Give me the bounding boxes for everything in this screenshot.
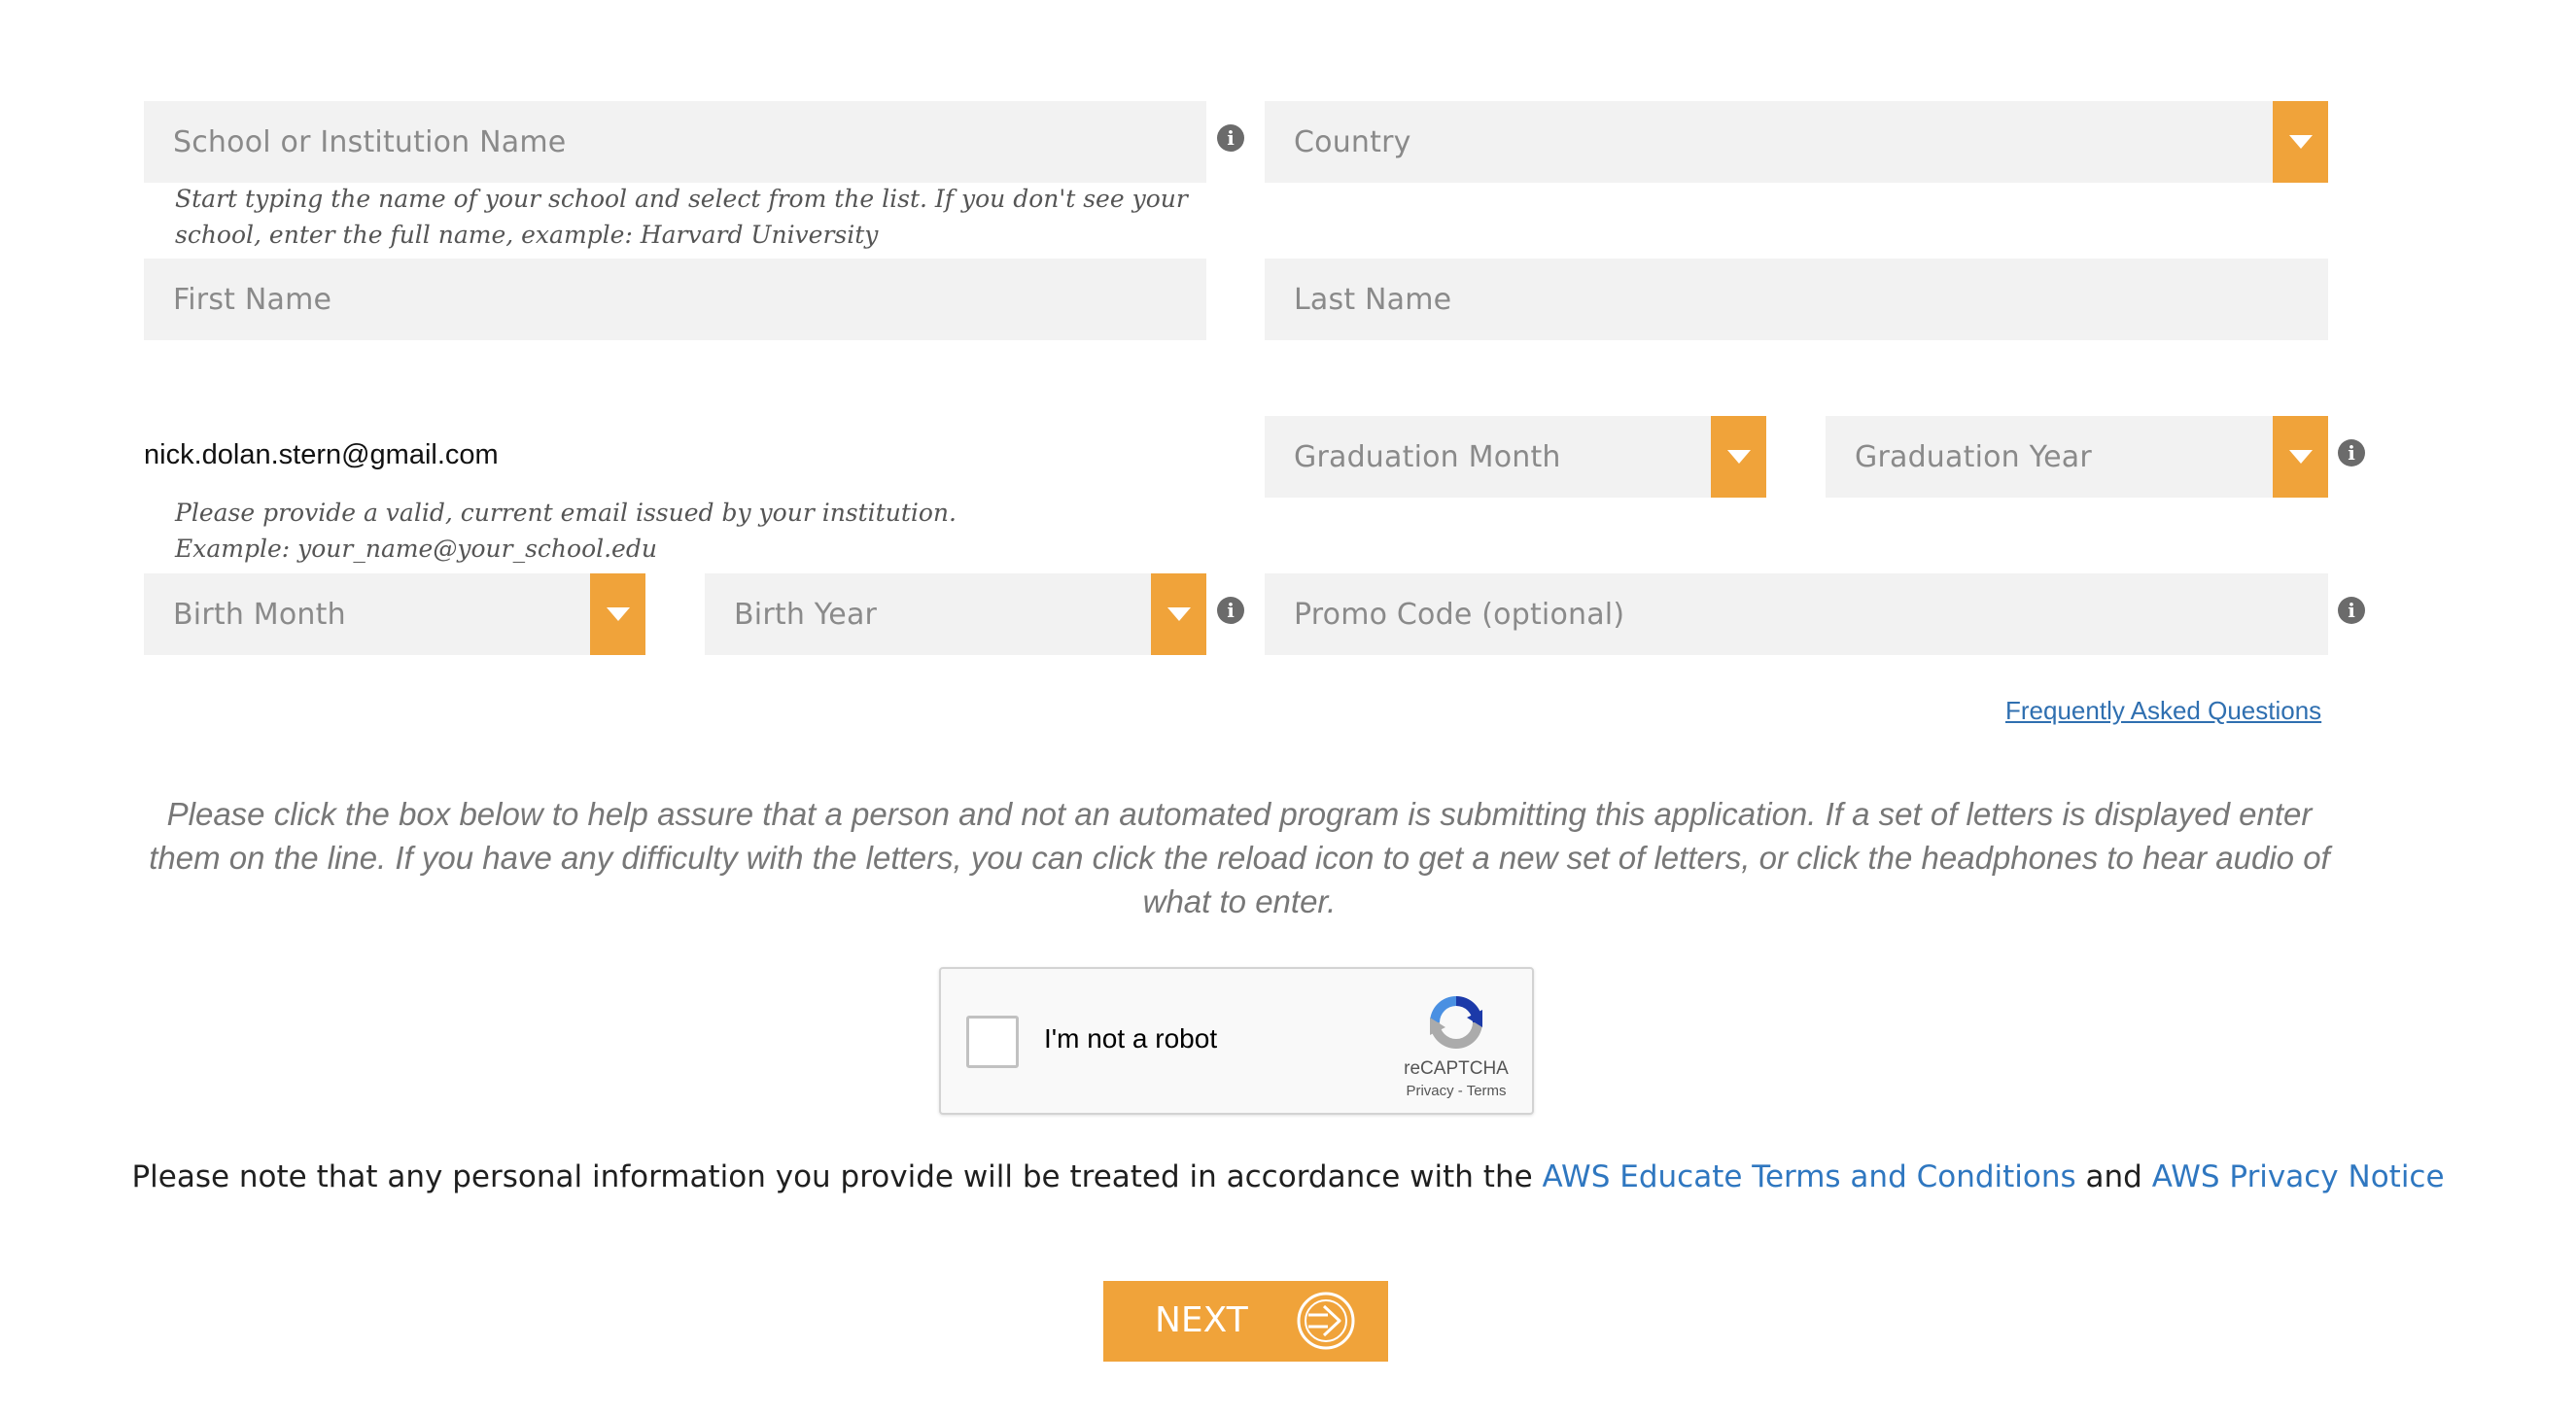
- chevron-down-icon: [606, 607, 630, 621]
- recaptcha-logo-icon: [1430, 996, 1482, 1049]
- aws-privacy-notice-link[interactable]: AWS Privacy Notice: [2152, 1159, 2445, 1194]
- graduation-year-placeholder: Graduation Year: [1855, 439, 2092, 474]
- graduation-month-select[interactable]: Graduation Month: [1265, 416, 1766, 498]
- chevron-down-icon: [2288, 135, 2313, 149]
- chevron-down-icon: [1726, 450, 1751, 464]
- next-button-label: NEXT: [1155, 1300, 1248, 1340]
- recaptcha-terms-link[interactable]: Terms: [1467, 1083, 1507, 1099]
- graduation-year-select[interactable]: Graduation Year: [1826, 416, 2328, 498]
- birth-month-placeholder: Birth Month: [173, 597, 346, 632]
- last-name-input[interactable]: Last Name: [1265, 259, 2328, 340]
- school-input[interactable]: School or Institution Name: [144, 101, 1206, 183]
- birth-info-icon[interactable]: i: [1217, 597, 1244, 624]
- promo-info-icon[interactable]: i: [2338, 597, 2365, 624]
- school-hint: Start typing the name of your school and…: [175, 185, 1188, 249]
- recaptcha-label: I'm not a robot: [1044, 1023, 1218, 1054]
- graduation-year-dropdown-button[interactable]: [2273, 416, 2328, 498]
- recaptcha-widget: I'm not a robot reCAPTCHA Privacy - Term…: [939, 967, 1534, 1115]
- privacy-notice: Please note that any personal informatio…: [0, 1159, 2576, 1194]
- country-select[interactable]: Country: [1265, 101, 2328, 183]
- graduation-month-placeholder: Graduation Month: [1294, 439, 1561, 474]
- school-info-icon[interactable]: i: [1217, 124, 1244, 152]
- captcha-instructions: Please click the box below to help assur…: [149, 796, 2330, 919]
- recaptcha-checkbox[interactable]: [966, 1016, 1019, 1068]
- recaptcha-links: Privacy - Terms: [1369, 1083, 1544, 1099]
- first-name-placeholder: First Name: [173, 282, 332, 317]
- email-hint: Please provide a valid, current email is…: [175, 499, 957, 563]
- first-name-input[interactable]: First Name: [144, 259, 1206, 340]
- recaptcha-link-separator: -: [1453, 1083, 1467, 1099]
- birth-year-dropdown-button[interactable]: [1151, 573, 1206, 655]
- birth-year-placeholder: Birth Year: [734, 597, 878, 632]
- recaptcha-brand: reCAPTCHA: [1404, 1058, 1509, 1079]
- graduation-info-icon[interactable]: i: [2338, 439, 2365, 467]
- notice-prefix: Please note that any personal informatio…: [131, 1159, 1543, 1194]
- chevron-down-icon: [1166, 607, 1191, 621]
- arrow-circle-right-icon: [1297, 1292, 1355, 1350]
- recaptcha-privacy-link[interactable]: Privacy: [1406, 1083, 1453, 1099]
- graduation-month-dropdown-button[interactable]: [1711, 416, 1766, 498]
- birth-month-select[interactable]: Birth Month: [144, 573, 645, 655]
- school-input-placeholder: School or Institution Name: [173, 124, 567, 159]
- notice-middle: and: [2075, 1159, 2152, 1194]
- country-select-placeholder: Country: [1294, 124, 1411, 159]
- country-dropdown-button[interactable]: [2273, 101, 2328, 183]
- email-field[interactable]: nick.dolan.stern@gmail.com: [144, 439, 499, 471]
- birth-year-select[interactable]: Birth Year: [705, 573, 1206, 655]
- aws-educate-terms-link[interactable]: AWS Educate Terms and Conditions: [1543, 1159, 2076, 1194]
- faq-link[interactable]: Frequently Asked Questions: [2005, 696, 2321, 726]
- birth-month-dropdown-button[interactable]: [590, 573, 645, 655]
- promo-code-input[interactable]: Promo Code (optional): [1265, 573, 2328, 655]
- promo-code-placeholder: Promo Code (optional): [1294, 597, 1625, 632]
- chevron-down-icon: [2288, 450, 2313, 464]
- next-button[interactable]: NEXT: [1103, 1281, 1388, 1362]
- last-name-placeholder: Last Name: [1294, 282, 1452, 317]
